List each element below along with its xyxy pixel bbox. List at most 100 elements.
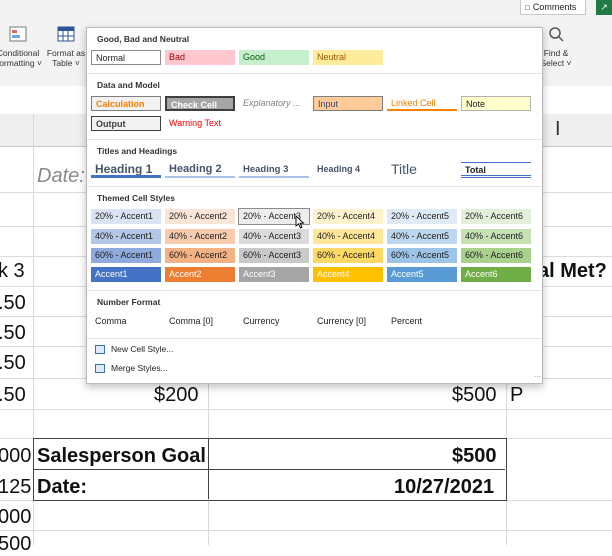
summary-divider [33, 469, 505, 470]
style-linked-cell[interactable]: Linked Cell [387, 96, 457, 111]
style-60-accent1[interactable]: 60% - Accent1 [91, 248, 161, 263]
section-number-format: Number Format [97, 297, 161, 307]
comments-button[interactable]: □ Comments [520, 0, 586, 15]
cell-goal-met-value[interactable]: P [510, 384, 523, 407]
cell-left-partial[interactable]: .50 [0, 322, 26, 345]
conditional-formatting-button[interactable]: Conditional Formatting ˅ [0, 26, 42, 68]
merge-styles-icon [95, 363, 105, 373]
date-value[interactable]: 10/27/2021 [394, 476, 494, 499]
merge-styles-label: Merge Styles... [111, 363, 168, 373]
section-divider [87, 139, 542, 140]
style-percent[interactable]: Percent [387, 314, 457, 329]
style-accent3[interactable]: Accent3 [239, 267, 309, 282]
style-check-cell[interactable]: Check Cell [165, 96, 235, 111]
comments-label: Comments [532, 1, 577, 12]
column-header-I[interactable]: I [555, 118, 561, 141]
style-40-accent6[interactable]: 40% - Accent6 [461, 229, 531, 244]
date-label-italic[interactable]: Date: [37, 165, 85, 188]
style-20-accent6[interactable]: 20% - Accent6 [461, 209, 531, 224]
section-divider [87, 186, 542, 187]
conditional-formatting-label-2: Formatting ˅ [0, 58, 42, 68]
style-20-accent2[interactable]: 20% - Accent2 [165, 209, 235, 224]
style-currency-0[interactable]: Currency [0] [313, 314, 383, 329]
style-60-accent5[interactable]: 60% - Accent5 [387, 248, 457, 263]
cell-left-partial[interactable]: .50 [0, 352, 26, 375]
format-as-table-label-2: Table ˅ [52, 58, 80, 68]
style-output[interactable]: Output [91, 116, 161, 131]
style-20-accent5[interactable]: 20% - Accent5 [387, 209, 457, 224]
style-40-accent5[interactable]: 40% - Accent5 [387, 229, 457, 244]
section-divider [87, 290, 542, 291]
style-normal[interactable]: Normal [91, 50, 161, 65]
style-bad[interactable]: Bad [165, 50, 235, 65]
style-accent6[interactable]: Accent6 [461, 267, 531, 282]
style-heading-3[interactable]: Heading 3 [239, 162, 309, 178]
style-20-accent1[interactable]: 20% - Accent1 [91, 209, 161, 224]
style-accent4[interactable]: Accent4 [313, 267, 383, 282]
section-good-bad-neutral: Good, Bad and Neutral [97, 34, 190, 44]
format-as-table-icon [57, 26, 75, 42]
resize-grip-icon[interactable]: ⋯ [534, 374, 541, 381]
style-calculation[interactable]: Calculation [91, 96, 161, 111]
section-themed-cell-styles: Themed Cell Styles [97, 193, 175, 203]
share-button[interactable]: ↗ [596, 0, 612, 15]
style-note[interactable]: Note [461, 96, 531, 111]
goal-met-header[interactable]: al Met? [538, 260, 607, 283]
style-comma[interactable]: Comma [91, 314, 161, 329]
style-title[interactable]: Title [387, 160, 457, 178]
salesperson-goal-value[interactable]: $500 [452, 445, 497, 468]
comment-icon: □ [525, 2, 530, 12]
grid-line [0, 409, 612, 410]
share-icon: ↗ [600, 2, 608, 12]
style-explanatory[interactable]: Explanatory ... [239, 96, 309, 111]
style-accent5[interactable]: Accent5 [387, 267, 457, 282]
style-40-accent2[interactable]: 40% - Accent2 [165, 229, 235, 244]
style-40-accent1[interactable]: 40% - Accent1 [91, 229, 161, 244]
style-accent2[interactable]: Accent2 [165, 267, 235, 282]
style-heading-4[interactable]: Heading 4 [313, 162, 383, 178]
style-heading-1[interactable]: Heading 1 [91, 162, 161, 178]
cell-amount-500[interactable]: $500 [452, 384, 497, 407]
style-60-accent4[interactable]: 60% - Accent4 [313, 248, 383, 263]
cell-amount-200[interactable]: $200 [154, 384, 199, 407]
style-20-accent4[interactable]: 20% - Accent4 [313, 209, 383, 224]
style-40-accent4[interactable]: 40% - Accent4 [313, 229, 383, 244]
style-60-accent2[interactable]: 60% - Accent2 [165, 248, 235, 263]
section-data-model: Data and Model [97, 80, 160, 90]
date-label[interactable]: Date: [37, 476, 87, 499]
cell-left-partial[interactable]: 125 [0, 476, 31, 499]
style-accent1[interactable]: Accent1 [91, 267, 161, 282]
conditional-formatting-label-1: Conditional [0, 48, 40, 58]
style-40-accent3[interactable]: 40% - Accent3 [239, 229, 309, 244]
cell-left-partial[interactable]: 000 [0, 506, 31, 529]
conditional-formatting-icon [9, 26, 27, 42]
cell-left-partial[interactable]: k 3 [0, 260, 25, 283]
style-neutral[interactable]: Neutral [313, 50, 383, 65]
new-cell-style-menu-item[interactable]: New Cell Style... [95, 344, 173, 354]
mouse-pointer-icon [295, 215, 305, 229]
cell-left-partial[interactable]: .50 [0, 292, 26, 315]
style-warning-text[interactable]: Warning Text [165, 116, 235, 131]
style-input[interactable]: Input [313, 96, 383, 111]
style-60-accent3[interactable]: 60% - Accent3 [239, 248, 309, 263]
style-total[interactable]: Total [461, 162, 531, 178]
style-comma-0[interactable]: Comma [0] [165, 314, 235, 329]
new-cell-style-label: New Cell Style... [111, 344, 174, 354]
style-60-accent6[interactable]: 60% - Accent6 [461, 248, 531, 263]
section-divider [87, 338, 542, 339]
style-good[interactable]: Good [239, 50, 309, 65]
section-titles-headings: Titles and Headings [97, 146, 178, 156]
format-as-table-label-1: Format as [46, 48, 86, 58]
salesperson-goal-label[interactable]: Salesperson Goal [37, 445, 206, 468]
new-style-icon [95, 344, 105, 354]
style-heading-2[interactable]: Heading 2 [165, 162, 235, 178]
cell-styles-gallery: Good, Bad and Neutral Normal Bad Good Ne… [86, 27, 543, 384]
grid-line [0, 530, 612, 531]
cell-left-partial[interactable]: .50 [0, 384, 26, 407]
merge-styles-menu-item[interactable]: Merge Styles... [95, 363, 168, 373]
magnifier-icon [549, 27, 564, 42]
format-as-table-button[interactable]: Format as Table ˅ [44, 26, 88, 68]
cell-left-partial[interactable]: 000 [0, 445, 31, 468]
style-currency[interactable]: Currency [239, 314, 309, 329]
section-divider [87, 73, 542, 74]
